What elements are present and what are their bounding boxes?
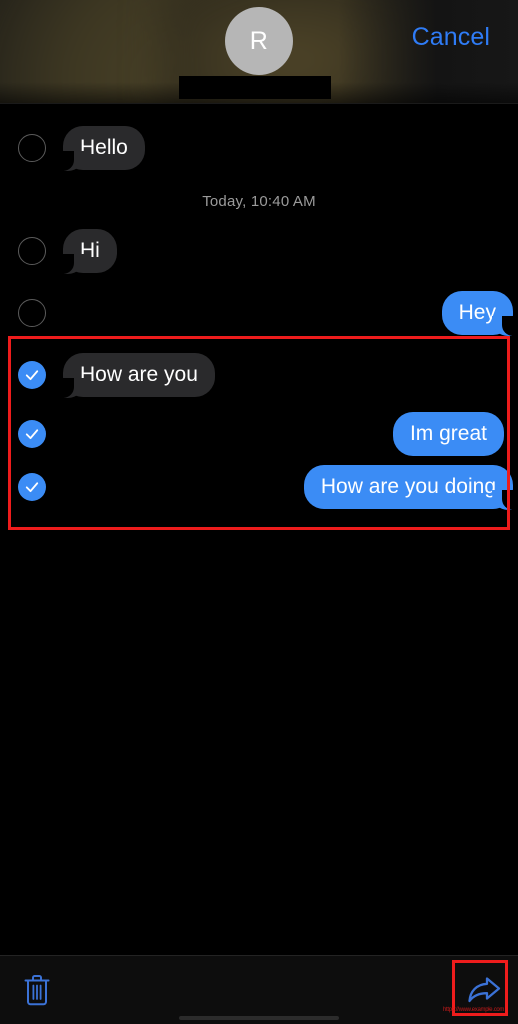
select-circle-unchecked[interactable]	[18, 134, 46, 162]
select-circle-checked[interactable]	[18, 420, 46, 448]
select-circle-unchecked[interactable]	[18, 299, 46, 327]
check-icon	[25, 429, 39, 440]
check-icon	[25, 482, 39, 493]
select-circle-checked[interactable]	[18, 361, 46, 389]
message-bubble-incoming[interactable]: How are you	[63, 353, 215, 397]
message-bubble-outgoing[interactable]: Im great	[392, 412, 504, 456]
message-row-selected[interactable]: How are you	[0, 349, 518, 407]
avatar[interactable]: R	[225, 7, 293, 75]
conversation-header: R Cancel	[0, 0, 518, 104]
forward-arrow-icon	[468, 977, 501, 1003]
cancel-button[interactable]: Cancel	[412, 23, 490, 52]
bottom-toolbar	[0, 955, 518, 1024]
redacted-contact-name	[179, 76, 331, 99]
message-bubble-outgoing[interactable]: How are you doing	[303, 465, 513, 509]
message-text: Hello	[80, 136, 128, 159]
message-text: How are you	[80, 363, 198, 386]
avatar-initial: R	[249, 26, 269, 55]
delete-button[interactable]	[9, 964, 65, 1016]
home-indicator	[179, 1016, 339, 1020]
message-thread[interactable]: Hello Today, 10:40 AM Hi Hey How are you…	[0, 104, 518, 955]
message-row[interactable]: Hey	[0, 286, 518, 344]
annotation-caption: https://www.example.com	[443, 1007, 505, 1013]
select-circle-unchecked[interactable]	[18, 237, 46, 265]
message-text: Im great	[409, 422, 487, 445]
message-row-selected[interactable]: How are you doing	[0, 461, 518, 519]
thread-timestamp: Today, 10:40 AM	[202, 193, 316, 210]
check-icon	[25, 370, 39, 381]
message-row[interactable]: Hello	[0, 122, 518, 180]
messages-selection-screen: R Cancel Hello Today, 10:40 AM Hi Hey Ho…	[0, 0, 518, 1024]
message-text: How are you doing	[320, 475, 496, 498]
select-circle-checked[interactable]	[18, 473, 46, 501]
message-row-selected[interactable]: Im great	[0, 410, 518, 464]
message-row[interactable]: Hi	[0, 224, 518, 282]
trash-icon	[24, 975, 50, 1006]
message-text: Hey	[458, 301, 496, 324]
